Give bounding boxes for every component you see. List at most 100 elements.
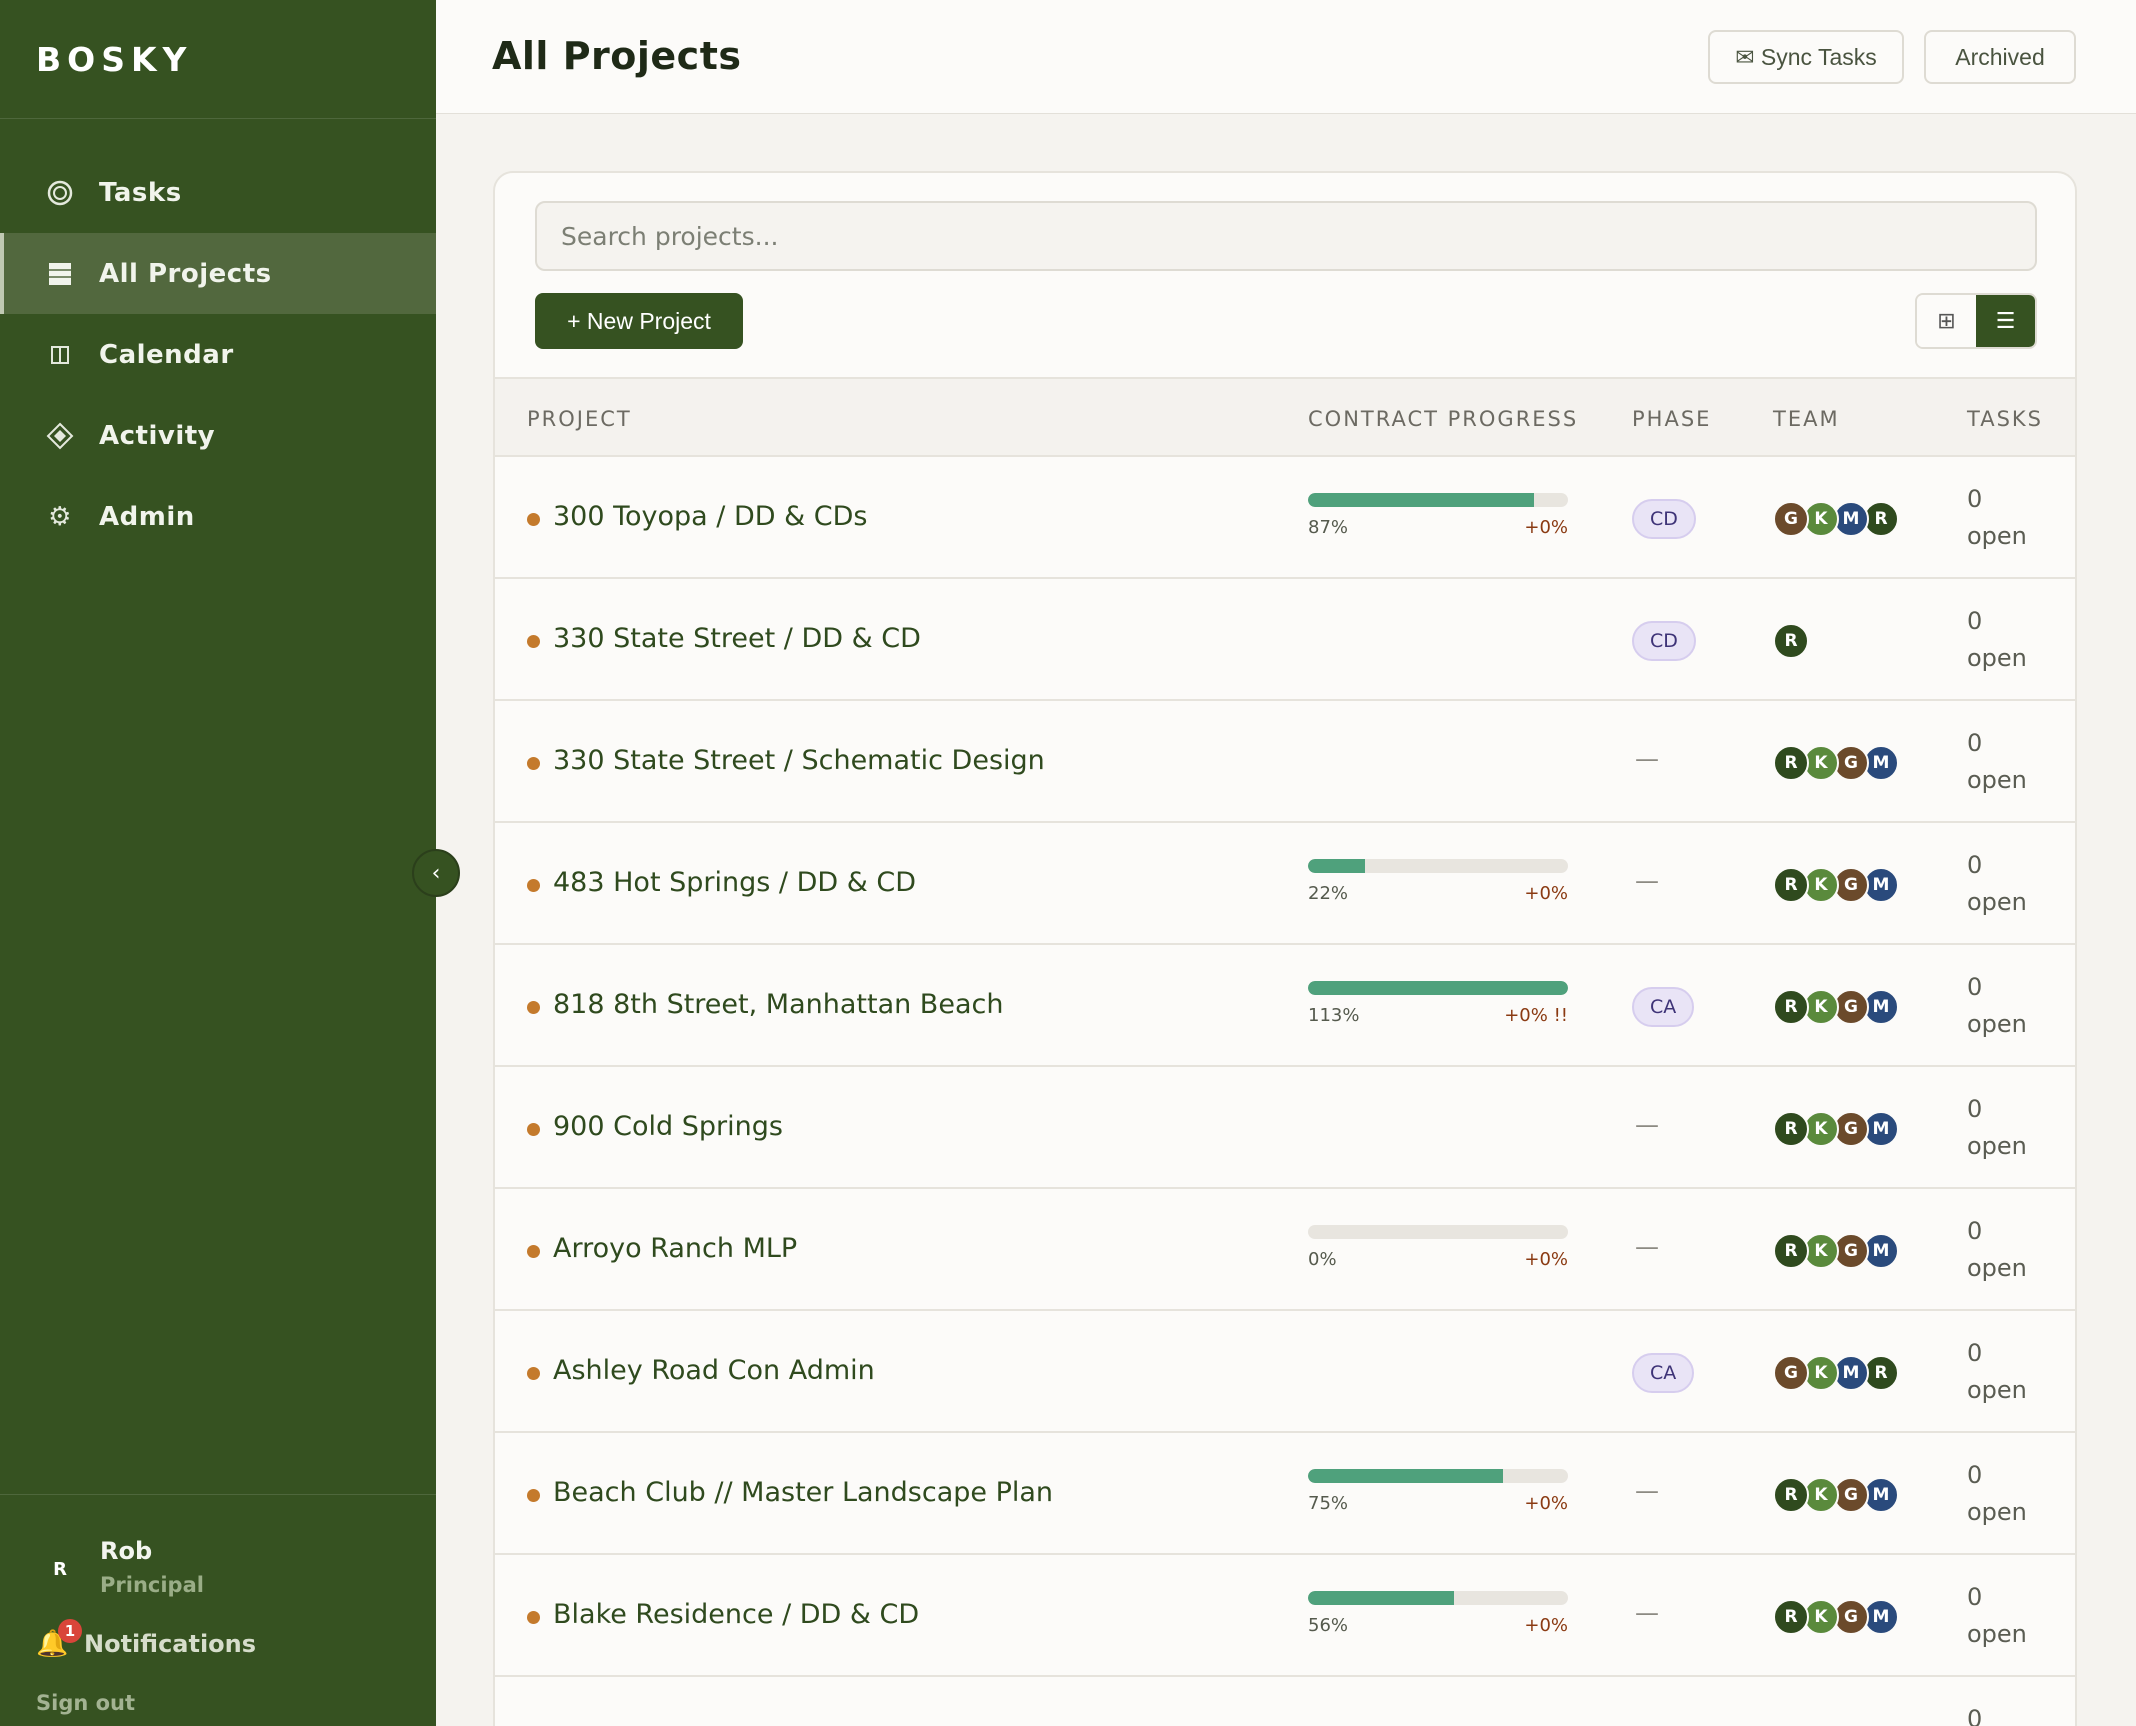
table-row[interactable]: Arroyo Ranch MLP 0% +0% — R K G M 0 open <box>495 1189 2075 1311</box>
tasks-label: open <box>1967 888 2027 916</box>
tasks-count: 0 <box>1967 1461 1983 1489</box>
tasks-cell: 0 open <box>1967 481 2027 555</box>
progress-percent: 113% <box>1308 1005 1360 1026</box>
tasks-label: open <box>1967 522 2027 550</box>
contract-progress: 87% +0% <box>1308 493 1568 538</box>
team-avatars: RKGM <box>1773 745 1899 781</box>
project-name-link[interactable]: 330 State Street / DD & CD <box>553 623 921 654</box>
tasks-cell: 0 open <box>1967 1457 2027 1531</box>
project-name-link[interactable]: Ashley Road Con Admin <box>553 1355 875 1386</box>
project-name-link[interactable]: 300 Toyopa / DD & CDs <box>553 501 868 532</box>
table-row[interactable]: 900 Cold Springs — R K G M 0 open <box>495 1067 2075 1189</box>
status-dot <box>527 1245 540 1258</box>
progress-fill <box>1308 859 1366 873</box>
project-name-link[interactable]: 900 Cold Springs <box>553 1111 783 1142</box>
circle-icon <box>45 178 75 208</box>
status-dot <box>527 879 540 892</box>
status-dot <box>527 1001 540 1014</box>
progress-percent: 75% <box>1308 1493 1349 1514</box>
avatar[interactable]: R <box>1773 1233 1809 1269</box>
status-dot <box>527 757 540 770</box>
team-avatars: RKGM <box>1773 1477 1899 1513</box>
sidebar-item-calendar[interactable]: Calendar <box>0 314 436 395</box>
tasks-cell: 0 open <box>1967 969 2027 1043</box>
avatar[interactable]: R <box>1773 1599 1809 1635</box>
sidebar-item-admin[interactable]: ⚙ Admin <box>0 476 436 557</box>
tasks-cell: 0 open <box>1967 725 2027 799</box>
project-name-link[interactable]: 483 Hot Springs / DD & CD <box>553 867 916 898</box>
sidebar-item-all-projects[interactable]: All Projects <box>0 233 436 314</box>
column-header-phase[interactable]: PHASE <box>1632 407 1711 431</box>
phase-badge: CD <box>1632 499 1696 539</box>
column-header-tasks[interactable]: TASKS <box>1967 407 2043 431</box>
status-dot <box>527 1123 540 1136</box>
project-name-link[interactable]: Beach Club // Master Landscape Plan <box>553 1477 1053 1508</box>
contract-progress: 0% +0% <box>1308 1225 1568 1270</box>
team-avatars: GKMR <box>1773 501 1899 537</box>
status-dot <box>527 1367 540 1380</box>
phase-empty: — <box>1635 1111 1659 1139</box>
sidebar: BOSKY Tasks All Projects Calendar Activi… <box>0 0 436 1726</box>
progress-fill <box>1308 1469 1503 1483</box>
sidebar-item-tasks[interactable]: Tasks <box>0 152 436 233</box>
phase-empty: — <box>1635 867 1659 895</box>
user-profile[interactable]: R Rob Principal <box>36 1537 204 1597</box>
notifications-link[interactable]: 🔔 1 Notifications <box>36 1619 256 1659</box>
sync-tasks-button[interactable]: ✉ Sync Tasks <box>1708 30 1904 84</box>
tasks-cell: 0 open <box>1967 1091 2027 1165</box>
table-row[interactable]: Ashley Road Con Admin CA G K M R 0 open <box>495 1311 2075 1433</box>
table-row[interactable]: 483 Hot Springs / DD & CD 22% +0% — R K G M 0 ope… <box>495 823 2075 945</box>
project-name-link[interactable]: 818 8th Street, Manhattan Beach <box>553 989 1003 1020</box>
avatar[interactable]: G <box>1773 501 1809 537</box>
avatar[interactable]: R <box>1773 1111 1809 1147</box>
grid-view-icon[interactable]: ⊞ <box>1917 295 1976 347</box>
table-row[interactable]: 818 8th Street, Manhattan Beach 113% +0% !… <box>495 945 2075 1067</box>
project-table-body: 300 Toyopa / DD & CDs 87% +0% CD G K M R 0 open 33… <box>495 457 2075 1726</box>
column-header-team[interactable]: TEAM <box>1773 407 1840 431</box>
new-project-button[interactable]: + New Project <box>535 293 743 349</box>
column-header-project[interactable]: PROJECT <box>527 407 632 431</box>
progress-percent: 22% <box>1308 883 1349 904</box>
list-view-icon[interactable]: ☰ <box>1976 295 2035 347</box>
project-name-link[interactable]: 330 State Street / Schematic Design <box>553 745 1045 776</box>
progress-bar <box>1308 981 1568 995</box>
progress-percent: 56% <box>1308 1615 1349 1636</box>
table-row[interactable]: Blake Residence / DD & CD 56% +0% — R K G M 0 ope… <box>495 1555 2075 1677</box>
user-name: Rob <box>100 1537 153 1565</box>
table-row[interactable]: 330 State Street / Schematic Design — R K G M… <box>495 701 2075 823</box>
avatar[interactable]: R <box>1773 745 1809 781</box>
table-row[interactable]: Beach Club // Master Landscape Plan 75% +0… <box>495 1433 2075 1555</box>
search-input[interactable] <box>535 201 2037 271</box>
avatar[interactable]: R <box>1773 989 1809 1025</box>
archived-button[interactable]: Archived <box>1924 30 2076 84</box>
project-name-link[interactable]: Blake Residence / DD & CD <box>553 1599 919 1630</box>
sidebar-item-label: Calendar <box>99 339 234 370</box>
tasks-label: open <box>1967 1620 2027 1648</box>
sidebar-item-activity[interactable]: Activity <box>0 395 436 476</box>
notification-count-badge: 1 <box>58 1619 82 1643</box>
phase-empty: — <box>1635 1599 1659 1627</box>
calendar-icon <box>45 340 75 370</box>
avatar[interactable]: R <box>1773 867 1809 903</box>
progress-bar <box>1308 1469 1568 1483</box>
progress-fill <box>1308 981 1568 995</box>
column-header-contract-progress[interactable]: CONTRACT PROGRESS <box>1308 407 1578 431</box>
avatar[interactable]: R <box>1773 1477 1809 1513</box>
table-row[interactable]: 330 State Street / DD & CD CD R 0 open <box>495 579 2075 701</box>
page-title: All Projects <box>492 34 742 78</box>
collapse-sidebar-button[interactable]: ‹ <box>412 849 460 897</box>
team-avatars: RKGM <box>1773 1233 1899 1269</box>
status-dot <box>527 1489 540 1502</box>
tasks-count: 0 <box>1967 1705 1983 1726</box>
tasks-count: 0 <box>1967 607 1983 635</box>
status-dot <box>527 1611 540 1624</box>
table-row[interactable]: 300 Toyopa / DD & CDs 87% +0% CD G K M R 0 open <box>495 457 2075 579</box>
project-name-link[interactable]: Arroyo Ranch MLP <box>553 1233 797 1264</box>
sidebar-item-label: All Projects <box>99 258 272 289</box>
sign-out-link[interactable]: Sign out <box>36 1691 135 1715</box>
table-row[interactable]: 0 <box>495 1677 2075 1726</box>
brand-logo[interactable]: BOSKY <box>0 0 436 119</box>
avatar[interactable]: G <box>1773 1355 1809 1391</box>
progress-delta: +0% <box>1524 1249 1568 1270</box>
avatar[interactable]: R <box>1773 623 1809 659</box>
